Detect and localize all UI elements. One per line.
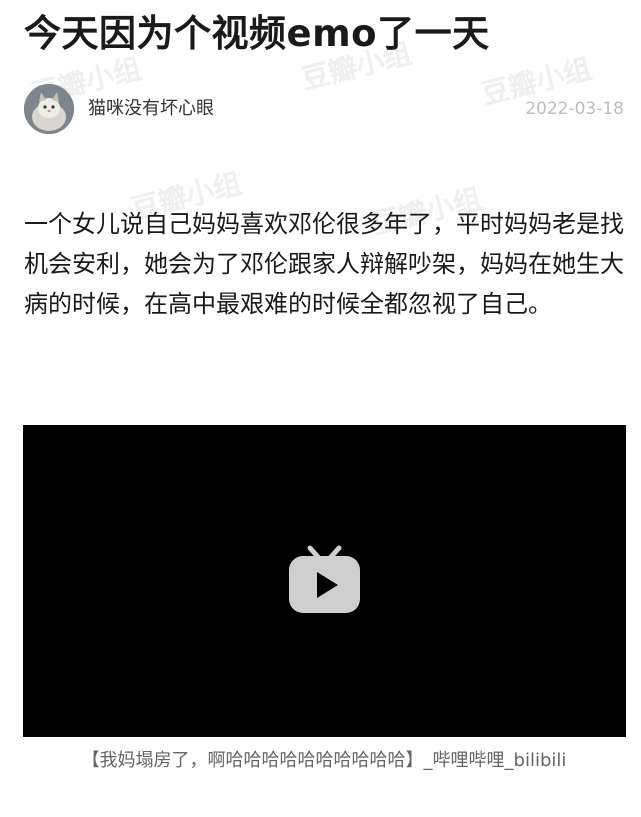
bilibili-tv-play-icon[interactable] xyxy=(286,542,363,619)
video-player[interactable] xyxy=(23,425,626,737)
video-caption[interactable]: 【我妈塌房了，啊哈哈哈哈哈哈哈哈哈哈】_哔哩哔哩_bilibili xyxy=(24,746,624,775)
cat-avatar-icon xyxy=(24,84,74,134)
author-name[interactable]: 猫咪没有坏心眼 xyxy=(88,96,214,122)
post-body: 一个女儿说自己妈妈喜欢邓伦很多年了，平时妈妈老是找机会安利，她会为了邓伦跟家人辩… xyxy=(24,210,624,318)
author-row: 猫咪没有坏心眼 2022-03-18 xyxy=(24,84,624,136)
post-title: 今天因为个视频emo了一天 xyxy=(24,12,490,55)
avatar[interactable] xyxy=(24,84,74,134)
post-date: 2022-03-18 xyxy=(525,99,624,119)
